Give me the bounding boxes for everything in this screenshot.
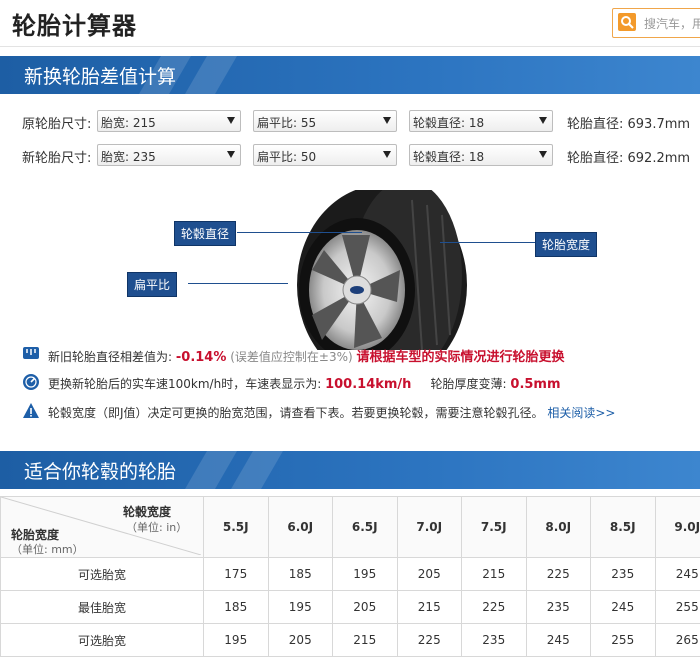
ruler-icon: [23, 347, 39, 359]
new-ratio-select[interactable]: 扁平比: 50: [253, 144, 397, 166]
table-cell: 195: [267, 590, 333, 624]
top-bar: 轮胎计算器 搜汽车，用: [0, 0, 700, 47]
table-cell: 225: [525, 557, 591, 591]
table-row: 可选胎宽 195 205 215 225 235 245 255 265: [0, 623, 700, 657]
table-cell: 245: [590, 590, 656, 624]
table-cell: 215: [461, 557, 527, 591]
table-cell: 185: [267, 557, 333, 591]
table-cell: 195: [332, 557, 398, 591]
diff-note: (误差值应控制在±3%): [230, 350, 353, 364]
chevron-down-icon: [383, 151, 391, 158]
tire-width-unit: （单位: mm）: [11, 543, 84, 556]
original-tire-label: 原轮胎尺寸:: [22, 117, 92, 132]
table-row: 可选胎宽 175 185 195 205 215 225 235 245: [0, 557, 700, 591]
diff-warning: 请根据车型的实际情况进行轮胎更换: [356, 350, 565, 365]
section-calc-title: 新换轮胎差值计算: [24, 66, 177, 88]
original-tire-row: 原轮胎尺寸: 胎宽: 215 扁平比: 55 轮毂直径: 18 轮胎直径: 69…: [0, 110, 700, 134]
ratio-pointer-line: [188, 283, 288, 284]
chevron-down-icon: [383, 117, 391, 124]
table-cell: 245: [525, 623, 591, 657]
tire-illustration: [297, 190, 467, 350]
rim-diameter-tag: 轮毂直径: [174, 221, 237, 246]
chevron-down-icon: [227, 117, 235, 124]
chevron-down-icon: [227, 151, 235, 158]
thickness-prefix: 轮胎厚度变薄:: [430, 377, 507, 391]
rim-width-header: 轮毂宽度: [123, 505, 172, 519]
diff-value: -0.14%: [175, 350, 227, 365]
original-ratio-select[interactable]: 扁平比: 55: [253, 110, 397, 132]
original-diameter: 轮胎直径: 693.7mm: [567, 117, 691, 132]
new-diameter: 轮胎直径: 692.2mm: [567, 151, 691, 166]
column-header: 7.5J: [461, 496, 527, 558]
row-label: 最佳胎宽: [0, 590, 204, 624]
row-label: 可选胎宽: [0, 557, 204, 591]
column-header: 8.5J: [590, 496, 656, 558]
column-header: 6.0J: [267, 496, 333, 558]
diff-prefix: 新旧轮胎直径相差值为:: [48, 350, 173, 364]
new-tire-row: 新轮胎尺寸: 胎宽: 235 扁平比: 50 轮毂直径: 18 轮胎直径: 69…: [0, 144, 700, 168]
table-header-row: 轮毂宽度 （单位: in） 轮胎宽度 （单位: mm） 5.5J 6.0J 6.…: [0, 496, 700, 558]
tire-width-tag: 轮胎宽度: [535, 232, 598, 257]
table-cell: 255: [590, 623, 656, 657]
table-cell: 175: [203, 557, 269, 591]
chevron-down-icon: [539, 151, 547, 158]
search-icon[interactable]: [618, 13, 636, 31]
rim-pointer-line: [237, 232, 362, 233]
chevron-down-icon: [539, 117, 547, 124]
rim-note-line: 轮毂宽度（即J值）决定可更换的胎宽范围，请查看下表。若要更换轮毂，需要注意轮毂孔…: [22, 402, 700, 422]
tire-fit-table: 轮毂宽度 （单位: in） 轮胎宽度 （单位: mm） 5.5J 6.0J 6.…: [0, 496, 700, 657]
section-fit-title: 适合你轮毂的轮胎: [24, 461, 177, 483]
original-rim-select[interactable]: 轮毂直径: 18: [409, 110, 553, 132]
table-row: 最佳胎宽 185 195 205 215 225 235 245 255: [0, 590, 700, 624]
table-cell: 205: [332, 590, 398, 624]
column-header: 5.5J: [203, 496, 269, 558]
new-rim-select[interactable]: 轮毂直径: 18: [409, 144, 553, 166]
speedometer-icon: [23, 374, 39, 390]
speed-prefix: 更换新轮胎后的实车速100km/h时，车速表显示为:: [48, 377, 322, 391]
rim-note: 轮毂宽度（即J值）决定可更换的胎宽范围，请查看下表。若要更换轮毂，需要注意轮毂孔…: [48, 406, 544, 420]
band-stripe: [231, 451, 283, 489]
search-input[interactable]: 搜汽车，用: [644, 15, 700, 32]
table-cell: 215: [332, 623, 398, 657]
section-fit-header: 适合你轮毂的轮胎: [0, 451, 700, 489]
warning-icon: [23, 403, 39, 418]
new-width-select[interactable]: 胎宽: 235: [97, 144, 241, 166]
table-cell: 225: [461, 590, 527, 624]
column-header: 8.0J: [525, 496, 591, 558]
width-pointer-line: [440, 242, 535, 243]
diameter-diff-line: 新旧轮胎直径相差值为: -0.14% (误差值应控制在±3%) 请根据车型的实际…: [22, 344, 700, 365]
rim-width-unit: （单位: in）: [126, 521, 188, 534]
aspect-ratio-tag: 扁平比: [127, 272, 178, 297]
table-cell: 235: [590, 557, 656, 591]
table-corner: 轮毂宽度 （单位: in） 轮胎宽度 （单位: mm）: [0, 496, 204, 558]
column-header: 9.0J: [654, 496, 700, 558]
table-cell: 235: [461, 623, 527, 657]
table-cell: 225: [396, 623, 462, 657]
table-cell: 215: [396, 590, 462, 624]
table-cell: 255: [654, 590, 700, 624]
search-box[interactable]: 搜汽车，用: [612, 8, 700, 38]
new-tire-label: 新轮胎尺寸:: [22, 151, 92, 166]
thickness-value: 0.5mm: [510, 377, 561, 392]
section-calc-header: 新换轮胎差值计算: [0, 56, 700, 94]
table-cell: 205: [267, 623, 333, 657]
band-stripe: [185, 451, 237, 489]
table-cell: 265: [654, 623, 700, 657]
table-cell: 235: [525, 590, 591, 624]
original-width-select[interactable]: 胎宽: 215: [97, 110, 241, 132]
table-cell: 195: [203, 623, 269, 657]
column-header: 7.0J: [396, 496, 462, 558]
speed-line: 更换新轮胎后的实车速100km/h时，车速表显示为: 100.14km/h 轮胎…: [22, 373, 700, 393]
app-title: 轮胎计算器: [12, 12, 137, 40]
table-cell: 245: [654, 557, 700, 591]
column-header: 6.5J: [332, 496, 398, 558]
table-cell: 185: [203, 590, 269, 624]
read-more-link[interactable]: 相关阅读>>: [547, 406, 615, 420]
band-stripe: [185, 56, 237, 94]
speed-value: 100.14km/h: [325, 377, 412, 392]
row-label: 可选胎宽: [0, 623, 204, 657]
table-cell: 205: [396, 557, 462, 591]
